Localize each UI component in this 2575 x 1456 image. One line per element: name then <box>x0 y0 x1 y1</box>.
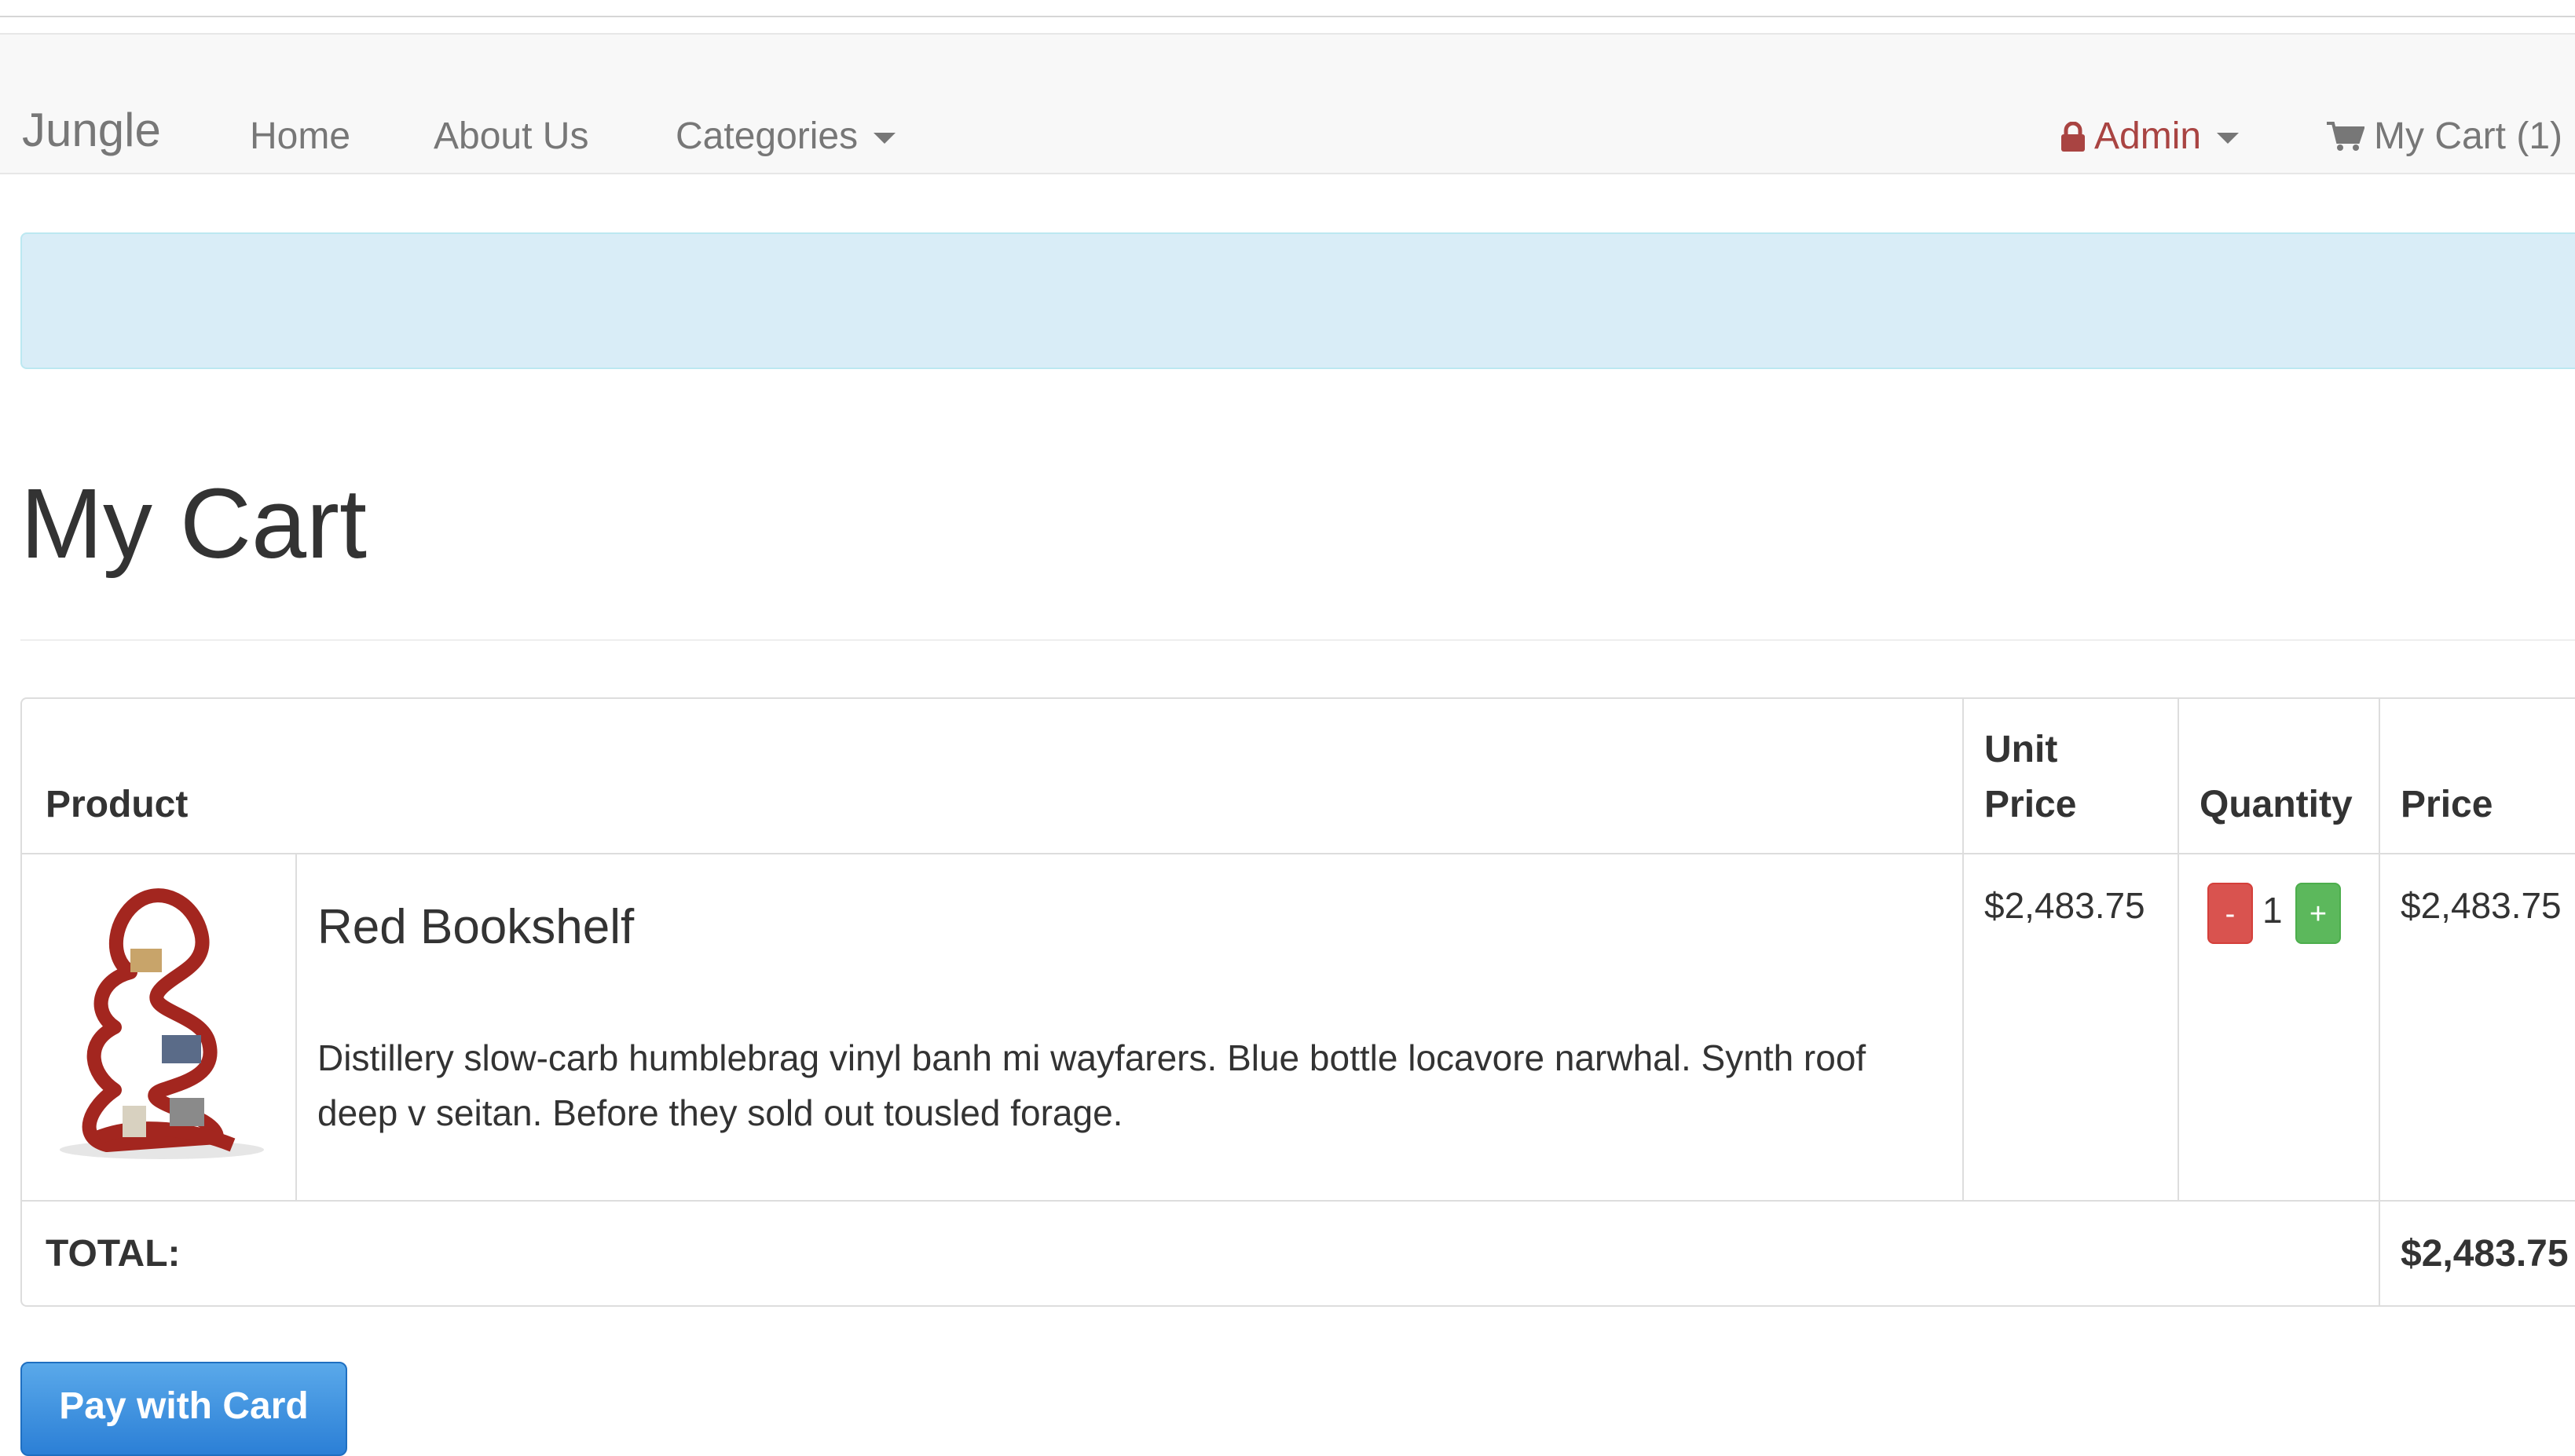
product-description: Distillery slow-carb humblebrag vinyl ba… <box>317 1037 1866 1133</box>
nav-categories-dropdown[interactable]: Categories <box>676 118 896 155</box>
product-price: $2,483.75 <box>2401 885 2562 926</box>
pay-with-card-button[interactable]: Pay with Card <box>20 1362 347 1456</box>
cart-icon <box>2327 122 2364 151</box>
total-label: TOTAL: <box>46 1233 181 1275</box>
cart-table: Product Unit Price Quantity Price Red Bo… <box>20 697 2575 1307</box>
info-alert <box>20 232 2575 369</box>
nav-my-cart[interactable]: My Cart (1) <box>2327 118 2562 155</box>
product-unit-price: $2,483.75 <box>1984 885 2145 926</box>
title-divider <box>20 639 2575 641</box>
total-row-divider <box>22 1200 2575 1202</box>
nav-admin-dropdown[interactable]: Admin <box>2060 115 2240 157</box>
nav-my-cart-label: My Cart (1) <box>2374 115 2562 157</box>
brand-link[interactable]: Jungle <box>22 107 161 154</box>
page-title: My Cart <box>20 468 367 579</box>
header-unit-price: Unit Price <box>1984 729 2077 825</box>
header-product: Product <box>46 784 189 825</box>
table-row: Red Bookshelf Distillery slow-carb humbl… <box>22 854 2575 1200</box>
nav-admin-label: Admin <box>2094 115 2202 157</box>
product-thumbnail <box>44 886 272 1162</box>
navbar: Jungle Home About Us Categories Admin My… <box>0 33 2575 174</box>
nav-home[interactable]: Home <box>250 118 350 155</box>
decrease-quantity-button[interactable]: - <box>2207 883 2253 944</box>
nav-about-us[interactable]: About Us <box>434 118 588 155</box>
header-price: Price <box>2401 784 2493 825</box>
header-quantity: Quantity <box>2200 784 2353 825</box>
nav-categories-label: Categories <box>676 115 859 157</box>
increase-quantity-button[interactable]: + <box>2295 883 2341 944</box>
caret-down-icon <box>874 133 896 145</box>
lock-icon <box>2061 122 2085 152</box>
quantity-value: 1 <box>2262 890 2283 931</box>
caret-down-icon <box>2217 133 2240 145</box>
total-value: $2,483.75 <box>2401 1233 2569 1275</box>
top-strip <box>0 0 2575 17</box>
product-name[interactable]: Red Bookshelf <box>317 903 634 952</box>
